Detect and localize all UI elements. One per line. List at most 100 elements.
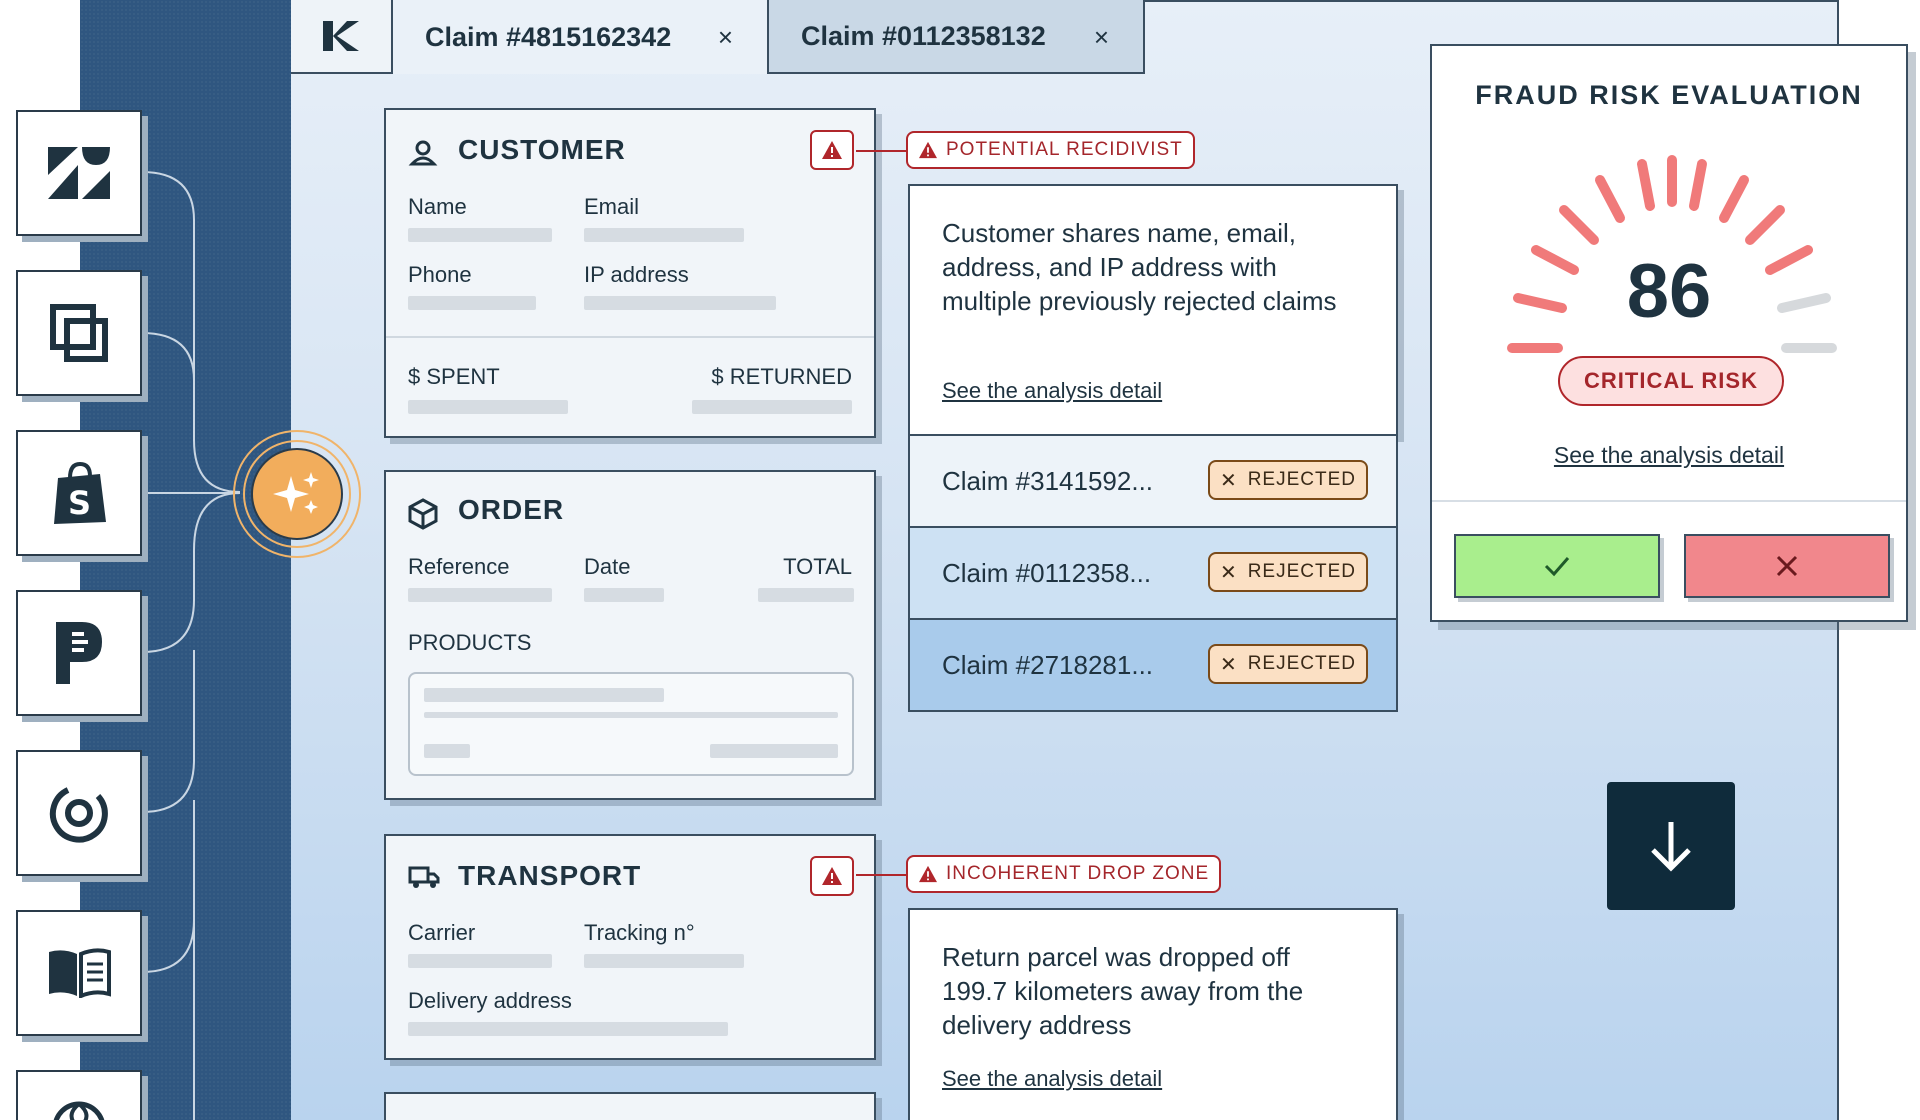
analysis-link[interactable]: See the analysis detail xyxy=(1432,442,1906,469)
rejected-badge: ✕ REJECTED xyxy=(1207,644,1368,684)
tracking-label: Tracking n° xyxy=(584,920,695,945)
card-title: ORDER xyxy=(458,494,565,525)
ip-value xyxy=(584,296,776,310)
flag-label: POTENTIAL RECIDIVIST xyxy=(946,139,1183,160)
reference-label: Reference xyxy=(408,554,510,579)
customer-card: CUSTOMER Name Email Phone IP address $ S… xyxy=(384,108,876,438)
name-value xyxy=(408,228,552,242)
tab-claim-active[interactable]: Claim #4815162342 × xyxy=(393,0,769,74)
truck-icon xyxy=(408,866,440,888)
drop-zone-flag[interactable]: INCOHERENT DROP ZONE xyxy=(906,855,1222,893)
close-icon[interactable]: × xyxy=(1094,22,1109,53)
parcel-tile[interactable] xyxy=(16,590,142,716)
box-icon xyxy=(408,498,438,530)
shopify-tile[interactable]: S xyxy=(16,430,142,556)
user-icon xyxy=(408,140,438,166)
delivery-label: Delivery address xyxy=(408,988,572,1013)
ip-label: IP address xyxy=(584,262,689,287)
spent-label: $ SPENT xyxy=(408,364,500,389)
critical-risk-badge: CRITICAL RISK xyxy=(1558,356,1784,406)
claim-label: Claim #0112358... xyxy=(942,557,1152,588)
warning-icon xyxy=(919,865,937,883)
analysis-link[interactable]: See the analysis detail xyxy=(942,1066,1162,1092)
recidivist-flag[interactable]: POTENTIAL RECIDIVIST xyxy=(906,131,1195,169)
approve-button[interactable] xyxy=(1454,534,1660,598)
recidivist-text: Customer shares name, email, address, an… xyxy=(942,218,1337,316)
close-icon[interactable]: × xyxy=(718,22,733,53)
book-icon xyxy=(49,948,111,998)
risk-score: 86 xyxy=(1626,249,1712,334)
next-card xyxy=(384,1092,876,1120)
total-value xyxy=(758,588,854,602)
zendesk-tile[interactable] xyxy=(16,110,142,236)
flag-connector xyxy=(856,874,908,876)
products-list[interactable] xyxy=(408,672,854,776)
arrow-down-icon xyxy=(1651,822,1691,872)
phone-label: Phone xyxy=(408,262,472,287)
total-label: TOTAL xyxy=(783,554,852,579)
rejected-badge: ✕ REJECTED xyxy=(1207,460,1368,500)
drop-zone-panel: Return parcel was dropped off 199.7 kilo… xyxy=(908,908,1398,1120)
order-card: ORDER Reference Date TOTAL PRODUCTS xyxy=(384,470,876,800)
ai-hub xyxy=(233,430,361,558)
delivery-value xyxy=(408,1022,728,1036)
fraud-risk-panel: FRAUD RISK EVALUATION 86 CRITICAL RISK S… xyxy=(1430,44,1908,622)
cycle-tile[interactable] xyxy=(16,750,142,876)
scroll-down-button[interactable] xyxy=(1607,782,1735,910)
tracking-value xyxy=(584,954,744,968)
claim-row[interactable]: Claim #2718281... ✕ REJECTED xyxy=(908,620,1398,712)
app-logo[interactable] xyxy=(291,0,393,74)
logo-icon xyxy=(323,21,359,51)
zendesk-icon xyxy=(48,147,110,199)
carrier-label: Carrier xyxy=(408,920,476,945)
warning-icon[interactable] xyxy=(810,130,854,170)
returned-label: $ RETURNED xyxy=(711,364,852,389)
warning-icon xyxy=(919,141,937,159)
flag-connector xyxy=(856,150,908,152)
phone-value xyxy=(408,296,536,310)
card-title: TRANSPORT xyxy=(458,860,642,891)
name-label: Name xyxy=(408,194,467,219)
claim-label: Claim #2718281... xyxy=(942,649,1154,680)
divider xyxy=(1432,500,1906,502)
cycle-icon xyxy=(49,787,108,843)
spent-value xyxy=(408,400,568,414)
divider xyxy=(386,336,874,338)
x-icon: ✕ xyxy=(1219,653,1238,676)
copy-tile[interactable] xyxy=(16,270,142,396)
warning-icon[interactable] xyxy=(810,856,854,896)
products-label: PRODUCTS xyxy=(408,630,532,655)
date-value xyxy=(584,588,664,602)
parcel-icon xyxy=(56,622,102,684)
card-title: CUSTOMER xyxy=(458,134,626,165)
flag-label: INCOHERENT DROP ZONE xyxy=(946,863,1210,884)
x-icon: ✕ xyxy=(1219,469,1238,492)
analysis-link[interactable]: See the analysis detail xyxy=(942,378,1162,404)
reject-button[interactable] xyxy=(1684,534,1890,598)
copy-icon xyxy=(50,304,108,362)
returned-value xyxy=(692,400,852,414)
carrier-value xyxy=(408,954,552,968)
shopify-icon: S xyxy=(54,461,106,524)
claim-label: Claim #3141592... xyxy=(942,465,1154,496)
tab-label: Claim #0112358132 xyxy=(801,20,1046,51)
check-icon xyxy=(1544,557,1570,577)
recidivist-panel: Customer shares name, email, address, an… xyxy=(908,184,1398,436)
email-value xyxy=(584,228,744,242)
globe-icon xyxy=(53,1101,105,1120)
rejected-badge: ✕ REJECTED xyxy=(1207,552,1368,592)
email-label: Email xyxy=(584,194,640,219)
drop-zone-text: Return parcel was dropped off 199.7 kilo… xyxy=(942,942,1304,1040)
tab-claim-inactive[interactable]: Claim #0112358132 × xyxy=(769,0,1145,74)
claim-row[interactable]: Claim #0112358... ✕ REJECTED xyxy=(908,528,1398,620)
book-tile[interactable] xyxy=(16,910,142,1036)
transport-card: TRANSPORT Carrier Tracking n° Delivery a… xyxy=(384,834,876,1060)
svg-text:S: S xyxy=(68,484,91,522)
globe-tile[interactable] xyxy=(16,1070,142,1120)
tab-label: Claim #4815162342 xyxy=(425,21,672,52)
claim-row[interactable]: Claim #3141592... ✕ REJECTED xyxy=(908,436,1398,528)
fraud-title: FRAUD RISK EVALUATION xyxy=(1475,80,1863,110)
date-label: Date xyxy=(584,554,631,579)
reference-value xyxy=(408,588,552,602)
close-icon xyxy=(1776,555,1798,577)
